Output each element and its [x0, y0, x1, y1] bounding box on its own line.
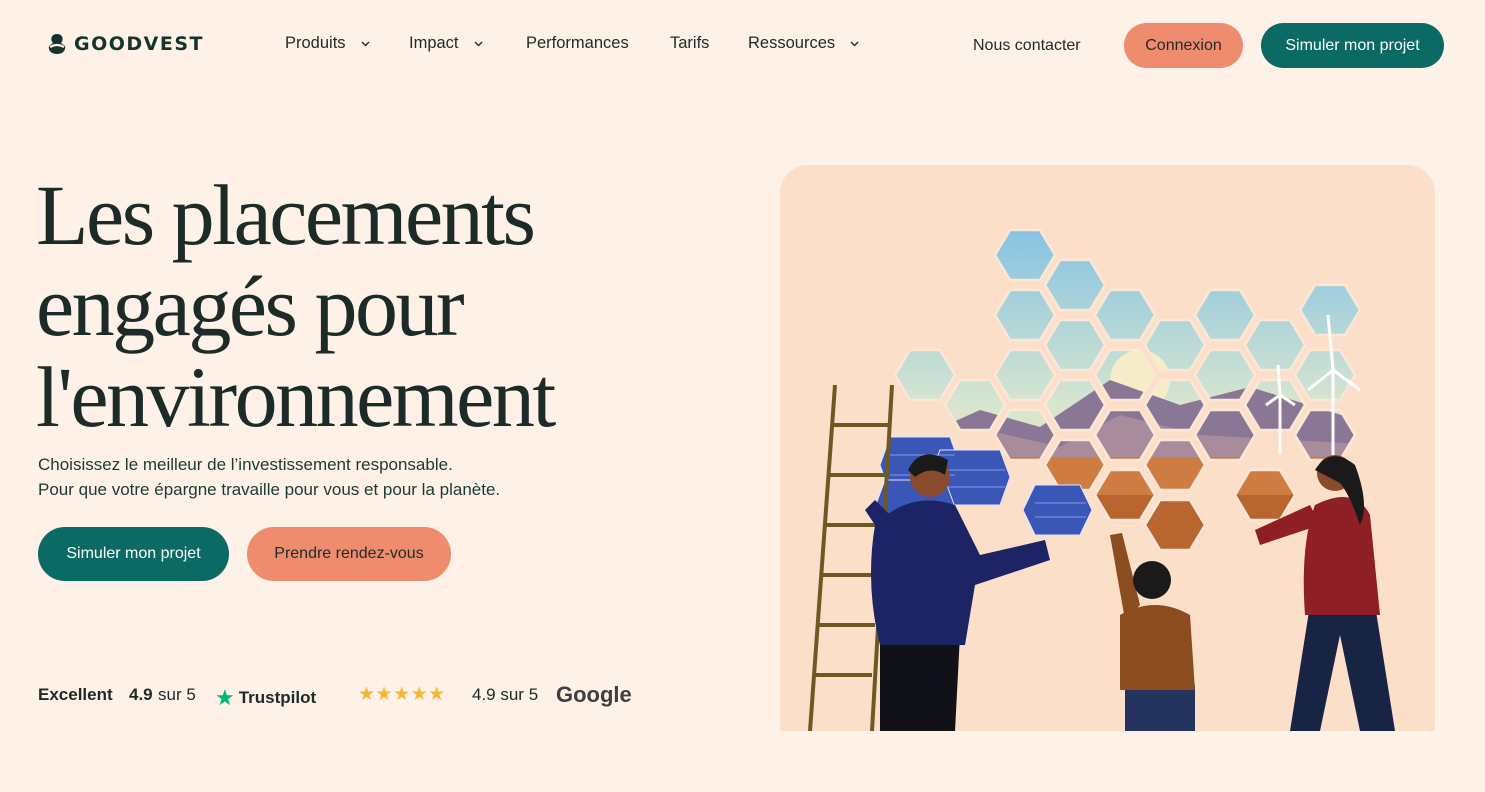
- simulate-project-header-button[interactable]: Simuler mon projet: [1261, 23, 1444, 68]
- chevron-down-icon: [474, 41, 483, 47]
- hero-title: Les placements engagés pour l'environnem…: [36, 167, 556, 445]
- google-brand: Google: [556, 682, 632, 707]
- chevron-down-icon: [850, 41, 859, 47]
- hero-subtitle: Choisissez le meilleur de l’investisseme…: [38, 452, 500, 502]
- star-icon: ★★★★★: [358, 684, 446, 705]
- nav-item-label: Performances: [526, 34, 629, 52]
- book-appointment-button[interactable]: Prendre rendez-vous: [247, 527, 451, 581]
- trustpilot-star-icon: ★: [215, 685, 235, 710]
- trustpilot-link[interactable]: ★ Trustpilot: [215, 685, 316, 711]
- nav-item-label: Impact: [409, 34, 459, 52]
- trustpilot-brand: Trustpilot: [238, 688, 317, 707]
- contact-link[interactable]: Nous contacter: [973, 37, 1081, 55]
- trustpilot-score-suffix: sur 5: [158, 685, 196, 704]
- nav-item-impact[interactable]: Impact: [409, 34, 484, 53]
- nav-item-produits[interactable]: Produits: [285, 34, 371, 53]
- brand-name: GOODVEST: [74, 33, 204, 55]
- hero-title-line: engagés pour: [36, 258, 465, 354]
- brand-logo[interactable]: GOODVEST: [47, 33, 204, 55]
- hero-title-line: Les placements: [36, 167, 536, 263]
- nav-item-tarifs[interactable]: Tarifs: [670, 34, 709, 53]
- nav-item-performances[interactable]: Performances: [526, 34, 629, 53]
- trustpilot-score: 4.9: [129, 685, 153, 704]
- goodvest-logo-icon: [48, 34, 66, 54]
- chevron-down-icon: [361, 41, 370, 47]
- trustpilot-label: Excellent: [38, 685, 113, 704]
- hero-title-line: l'environnement: [36, 349, 556, 445]
- hero-subtitle-line: Pour que votre épargne travaille pour vo…: [38, 480, 501, 499]
- hero-illustration-image: [808, 228, 1395, 731]
- login-button[interactable]: Connexion: [1124, 23, 1243, 68]
- nav-item-label: Tarifs: [670, 34, 710, 52]
- simulate-project-button[interactable]: Simuler mon projet: [38, 527, 229, 581]
- nav-item-label: Ressources: [748, 34, 836, 52]
- nav-item-label: Produits: [285, 34, 346, 52]
- google-score: 4.9 sur 5: [472, 685, 539, 704]
- nav-item-ressources[interactable]: Ressources: [748, 34, 860, 53]
- hero-illustration: [780, 165, 1435, 731]
- google-reviews-link[interactable]: Google: [556, 682, 632, 708]
- hero-subtitle-line: Choisissez le meilleur de l’investisseme…: [38, 455, 453, 474]
